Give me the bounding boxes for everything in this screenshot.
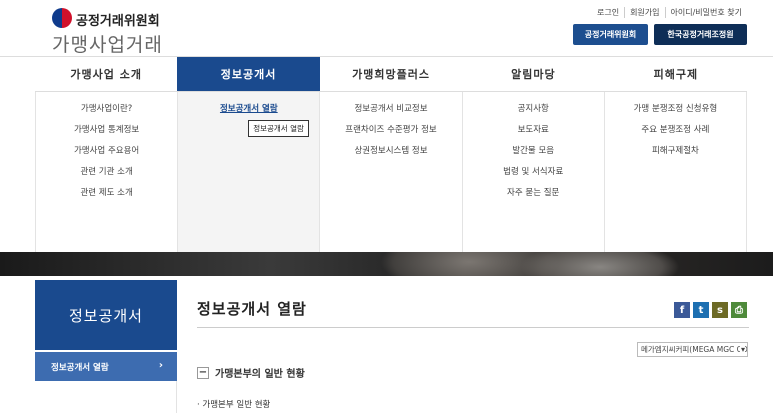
nav-disclosure[interactable]: 정보공개서 [177, 57, 320, 91]
sidebar-divider [35, 381, 177, 413]
mega-col-plus: 정보공개서 비교정보 프랜차이즈 수준평가 정보 상권정보시스템 정보 [319, 92, 461, 252]
nav-franchise-plus[interactable]: 가맹희망플러스 [320, 57, 462, 91]
nav-notice[interactable]: 알림마당 [462, 57, 604, 91]
utility-links: 로그인 회원가입 아이디/비밀번호 찾기 [592, 7, 747, 18]
ftc-button[interactable]: 공정거래위원회 [573, 24, 648, 45]
menu-item[interactable]: 발간물 모음 [463, 145, 604, 166]
sidebar-title: 정보공개서 [35, 280, 177, 350]
menu-item[interactable]: 공지사항 [463, 103, 604, 124]
chevron-right-icon: › [158, 360, 163, 371]
visual-banner [0, 252, 773, 276]
mega-col-disclosure: 정보공개서 열람 정보공개서 열람 [177, 92, 320, 252]
nav-franchise-intro[interactable]: 가맹사업 소개 [35, 57, 177, 91]
twitter-icon[interactable]: t [693, 302, 709, 318]
mega-col-relief: 가맹 분쟁조정 신청유형 주요 분쟁조정 사례 피해구제절차 [603, 92, 748, 252]
site-header: 공정거래위원회 가맹사업거래 로그인 회원가입 아이디/비밀번호 찾기 공정거래… [0, 0, 773, 57]
government-emblem-icon [52, 8, 72, 28]
nav-relief[interactable]: 피해구제 [605, 57, 747, 91]
facebook-icon[interactable]: f [674, 302, 690, 318]
mega-col-intro: 가맹사업이란? 가맹사업 통계정보 가맹사업 주요용어 관련 기관 소개 관련 … [35, 92, 177, 252]
menu-item[interactable]: 프랜차이즈 수준평가 정보 [320, 124, 461, 145]
tooltip: 정보공개서 열람 [248, 120, 309, 137]
menu-item[interactable]: 법령 및 서식자료 [463, 166, 604, 187]
menu-item[interactable]: 주요 분쟁조정 사례 [605, 124, 746, 145]
kakaostory-icon[interactable]: s [712, 302, 728, 318]
menu-item[interactable]: 정보공개서 비교정보 [320, 103, 461, 124]
page-title: 정보공개서 열람 [197, 300, 307, 318]
menu-item[interactable]: 상권정보시스템 정보 [320, 145, 461, 166]
mega-menu: 가맹사업이란? 가맹사업 통계정보 가맹사업 주요용어 관련 기관 소개 관련 … [35, 92, 748, 252]
signup-link[interactable]: 회원가입 [624, 7, 664, 18]
subsection-title: · 가맹본부 일반 현황 [197, 400, 271, 410]
menu-item[interactable]: 가맹 분쟁조정 신청유형 [605, 103, 746, 124]
org-name: 공정거래위원회 [76, 14, 160, 29]
sidebar-item-disclosure-view[interactable]: 정보공개서 열람 › [35, 352, 177, 381]
menu-item[interactable]: 관련 제도 소개 [36, 187, 177, 208]
banner-shape [520, 252, 680, 276]
collapse-icon[interactable]: − [197, 366, 209, 379]
print-icon[interactable]: ⎙ [731, 302, 747, 318]
find-account-link[interactable]: 아이디/비밀번호 찾기 [664, 7, 747, 18]
chevron-down-icon: ▾ [739, 343, 745, 356]
kfdm-button[interactable]: 한국공정거래조정원 [654, 24, 747, 45]
login-link[interactable]: 로그인 [592, 7, 624, 18]
menu-item[interactable]: 가맹사업 통계정보 [36, 124, 177, 145]
menu-item[interactable]: 가맹사업 주요용어 [36, 145, 177, 166]
menu-item[interactable]: 보도자료 [463, 124, 604, 145]
brand-select-value: 메가엠지씨커피(MEGA MGC COFFEE) [641, 345, 747, 354]
menu-item[interactable]: 자주 묻는 질문 [463, 187, 604, 208]
section-title: 가맹본부의 일반 현황 [215, 369, 305, 380]
menu-item[interactable]: 가맹사업이란? [36, 103, 177, 124]
sidebar-item-label: 정보공개서 열람 [51, 362, 109, 373]
main-nav: 가맹사업 소개 정보공개서 가맹희망플러스 알림마당 피해구제 [35, 57, 747, 92]
brand-select[interactable]: 메가엠지씨커피(MEGA MGC COFFEE) ▾ [637, 342, 748, 357]
section-header[interactable]: − 가맹본부의 일반 현황 [197, 365, 305, 380]
site-title: 가맹사업거래 [52, 34, 163, 56]
title-divider [197, 327, 749, 328]
menu-item[interactable]: 관련 기관 소개 [36, 166, 177, 187]
menu-item[interactable]: 피해구제절차 [605, 145, 746, 166]
mega-col-notice: 공지사항 보도자료 발간물 모음 법령 및 서식자료 자주 묻는 질문 [461, 92, 604, 252]
